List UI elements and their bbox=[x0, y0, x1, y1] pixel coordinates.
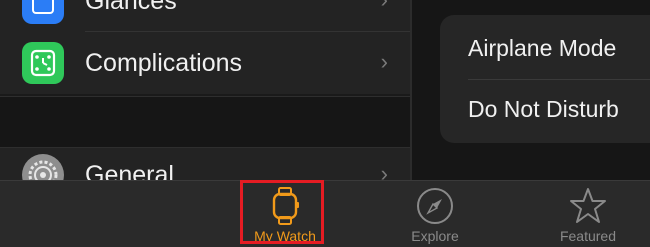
complications-icon bbox=[22, 42, 64, 84]
tab-label: My Watch bbox=[254, 228, 316, 244]
section-divider bbox=[0, 96, 410, 97]
star-icon bbox=[568, 186, 608, 226]
settings-row-glances[interactable]: Glances › bbox=[0, 0, 410, 32]
settings-list: Glances › Complications › bbox=[0, 0, 410, 210]
screen: Glances › Complications › bbox=[0, 0, 650, 247]
tab-label: Featured bbox=[559, 228, 617, 244]
settings-row-label: Glances bbox=[85, 0, 177, 15]
tab-explore[interactable]: Explore bbox=[387, 181, 483, 247]
tab-my-watch[interactable]: My Watch bbox=[237, 181, 333, 247]
compass-icon bbox=[415, 186, 455, 226]
glances-icon bbox=[22, 0, 64, 24]
chevron-right-icon: › bbox=[380, 49, 388, 74]
detail-card: Airplane Mode Do Not Disturb bbox=[440, 15, 650, 143]
airplane-mode-item[interactable]: Airplane Mode bbox=[468, 34, 616, 62]
tab-featured[interactable]: Featured bbox=[540, 181, 636, 247]
detail-panel: Airplane Mode Do Not Disturb bbox=[412, 0, 650, 180]
do-not-disturb-item[interactable]: Do Not Disturb bbox=[468, 95, 619, 123]
settings-row-label: Complications bbox=[85, 49, 243, 77]
settings-row-complications[interactable]: Complications › bbox=[0, 32, 410, 94]
tab-bar: My Watch Explore Featured bbox=[0, 180, 650, 247]
tab-label: Explore bbox=[411, 228, 459, 244]
watch-icon bbox=[265, 186, 305, 226]
section-gap bbox=[0, 96, 410, 148]
card-divider bbox=[468, 79, 650, 80]
chevron-right-icon: › bbox=[381, 0, 388, 12]
